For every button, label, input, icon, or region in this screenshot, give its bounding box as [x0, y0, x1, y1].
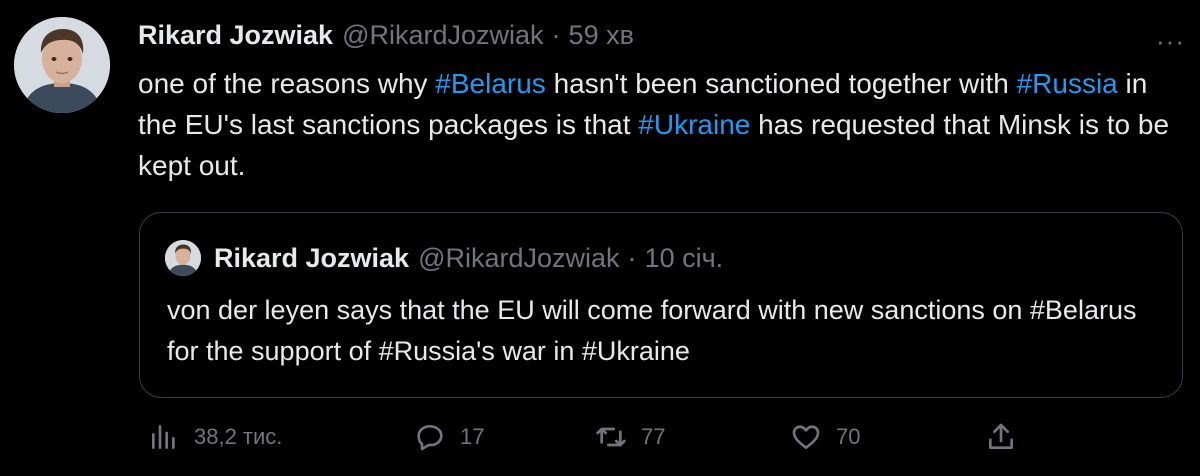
hashtag-link[interactable]: #Belarus	[435, 68, 546, 99]
retweet-icon	[596, 427, 626, 447]
like-button[interactable]: 70	[790, 412, 860, 462]
quoted-time: 10 січ.	[644, 243, 724, 273]
quoted-text: von der leyen says that the EU will come…	[167, 295, 1137, 366]
action-bar: 38,2 тис. 17 77 70	[0, 412, 1200, 462]
tweet-time[interactable]: 59 хв	[569, 20, 634, 51]
quoted-avatar-image	[165, 240, 201, 276]
reply-icon	[417, 425, 443, 451]
views-icon	[152, 425, 175, 449]
author-handle[interactable]: @RikardJozwiak	[342, 20, 543, 51]
more-icon[interactable]: ···	[1156, 26, 1185, 57]
hashtag-link[interactable]: #Ukraine	[638, 109, 750, 140]
reply-button[interactable]: 17	[414, 412, 484, 462]
tweet-header: Rikard Jozwiak @RikardJozwiak · 59 хв	[138, 20, 634, 51]
like-icon	[792, 425, 820, 449]
retweet-button[interactable]: 77	[595, 412, 665, 462]
reply-count: 17	[460, 424, 485, 449]
hashtag-link[interactable]: #Russia	[1017, 68, 1118, 99]
quoted-avatar	[165, 240, 201, 276]
quoted-author-name: Rikard Jozwiak	[214, 243, 410, 273]
share-icon	[989, 423, 1013, 449]
retweet-count: 77	[641, 424, 666, 449]
quoted-separator-dot: ·	[627, 243, 637, 273]
separator-dot: ·	[551, 20, 561, 50]
quoted-author-handle: @RikardJozwiak	[418, 243, 620, 273]
avatar-image	[14, 17, 110, 113]
like-count: 70	[836, 424, 861, 449]
views-button[interactable]: 38,2 тис.	[148, 412, 282, 462]
quoted-tweet[interactable]: Rikard Jozwiak @RikardJozwiak · 10 січ. …	[139, 212, 1183, 398]
share-button[interactable]	[985, 412, 1017, 462]
author-name[interactable]: Rikard Jozwiak	[138, 20, 333, 51]
tweet-text: one of the reasons why #Belarus hasn't b…	[138, 63, 1190, 186]
quoted-header: Rikard Jozwiak @RikardJozwiak · 10 січ.	[214, 243, 723, 274]
tweet-text-segment: hasn't been sanctioned together with	[545, 68, 1017, 99]
tweet-text-segment: one of the reasons why	[138, 68, 436, 99]
avatar[interactable]	[14, 17, 110, 113]
views-count: 38,2 тис.	[194, 424, 283, 449]
